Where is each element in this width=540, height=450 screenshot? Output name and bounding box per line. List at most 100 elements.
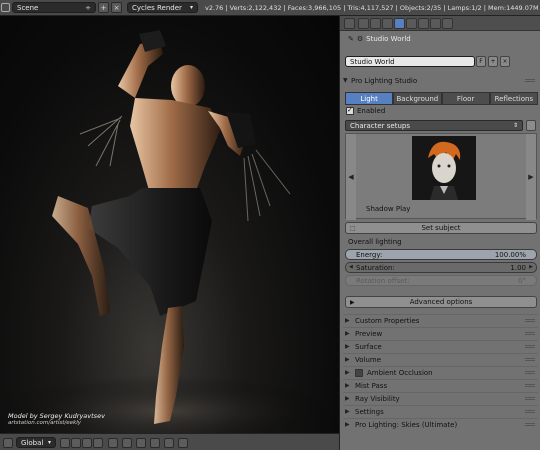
render-preview-icon[interactable]: [164, 438, 174, 448]
layers-tab-icon[interactable]: [370, 18, 381, 29]
panel-settings[interactable]: ▶ Settings: [343, 405, 538, 417]
tab-background[interactable]: Background: [393, 92, 442, 105]
pro-lighting-studio-header[interactable]: ▼ Pro Lighting Studio: [343, 74, 538, 87]
triangle-down-icon: ▼: [343, 77, 348, 84]
viewport-footer: Global ▾: [0, 433, 339, 450]
setup-category-select[interactable]: Character setups ⇕: [345, 120, 523, 131]
set-subject-label: Set subject: [421, 224, 461, 232]
texture-tab-icon[interactable]: [442, 18, 453, 29]
panel-title: Ray Visibility: [355, 394, 400, 403]
pin-icon[interactable]: ✎: [348, 35, 354, 43]
drag-grip-icon[interactable]: [525, 410, 535, 413]
camera-icon[interactable]: [178, 438, 188, 448]
panel-custom-properties[interactable]: ▶ Custom Properties: [343, 314, 538, 326]
world-tab-icon[interactable]: [394, 18, 405, 29]
pro-lighting-tabs: Light Background Floor Reflections: [345, 92, 538, 105]
transform-orientation-label: Global: [21, 438, 44, 447]
3d-viewport[interactable]: Model by Sergey Kudryavtsev artstation.c…: [0, 16, 339, 433]
properties-tabs: [340, 16, 540, 31]
rotation-offset-value: 0°: [518, 276, 526, 285]
drag-grip-icon[interactable]: [525, 397, 535, 400]
tab-floor[interactable]: Floor: [441, 92, 490, 105]
energy-slider[interactable]: Energy: 100.00%: [345, 249, 537, 260]
drag-grip-icon[interactable]: [525, 371, 535, 374]
object-tab-icon[interactable]: [406, 18, 417, 29]
advanced-options-label: Advanced options: [409, 298, 473, 306]
editor-type-icon[interactable]: [344, 18, 355, 29]
scene-icon[interactable]: [1, 3, 10, 12]
drag-grip-icon[interactable]: [525, 423, 535, 426]
set-subject-button[interactable]: ⬚ Set subject: [345, 222, 537, 234]
fake-user-label: F: [479, 58, 483, 65]
world-datablock-field[interactable]: Studio World: [345, 56, 475, 67]
layer-icon[interactable]: [93, 438, 103, 448]
scene-selector[interactable]: Scene ÷: [12, 2, 96, 13]
drag-grip-icon[interactable]: [525, 79, 535, 82]
triangle-right-icon: ▶: [345, 330, 350, 337]
drag-grip-icon[interactable]: [525, 384, 535, 387]
section-title: Pro Lighting Studio: [351, 76, 418, 85]
ambient-occlusion-checkbox[interactable]: [355, 368, 363, 377]
layer-icon[interactable]: [71, 438, 81, 448]
next-preset-button[interactable]: ▶: [526, 134, 536, 220]
previous-preset-button[interactable]: ◀: [346, 134, 356, 220]
snap-icon[interactable]: [122, 438, 132, 448]
render-tab-icon[interactable]: [358, 18, 369, 29]
panel-volume[interactable]: ▶ Volume: [343, 353, 538, 365]
pivot-icon[interactable]: [3, 438, 13, 448]
scene-tab-icon[interactable]: [382, 18, 393, 29]
triangle-right-icon: ▶: [345, 369, 350, 376]
panel-title: Volume: [355, 355, 382, 364]
filter-icon[interactable]: [526, 120, 536, 131]
energy-value: 100.00%: [494, 250, 526, 259]
panel-mist-pass[interactable]: ▶ Mist Pass: [343, 379, 538, 391]
panel-preview[interactable]: ▶ Preview: [343, 327, 538, 339]
remove-scene-button[interactable]: ×: [111, 2, 122, 13]
increment-arrow-icon[interactable]: ▶: [529, 264, 533, 270]
enabled-toggle[interactable]: Enabled: [346, 106, 385, 115]
drag-grip-icon[interactable]: [525, 345, 535, 348]
panel-pro-lighting-skies[interactable]: ▶ Pro Lighting: Skies (Ultimate): [343, 418, 538, 430]
saturation-field[interactable]: ◀ Saturation: 1.00 ▶: [345, 262, 537, 273]
enabled-checkbox[interactable]: [346, 106, 354, 115]
tab-reflections[interactable]: Reflections: [489, 92, 538, 105]
drag-grip-icon[interactable]: [525, 332, 535, 335]
drag-grip-icon[interactable]: [525, 319, 535, 322]
preset-name: Shadow Play: [366, 205, 411, 213]
panel-title: Ambient Occlusion: [367, 368, 433, 377]
advanced-options-button[interactable]: ▶ Advanced options: [345, 296, 537, 308]
triangle-right-icon: ▶: [345, 317, 350, 324]
render-engine-select[interactable]: Cycles Render ▾: [127, 2, 198, 13]
decrement-arrow-icon[interactable]: ◀: [349, 264, 353, 270]
new-world-button[interactable]: +: [488, 56, 498, 67]
saturation-label: Saturation:: [356, 263, 395, 272]
preset-thumbnail[interactable]: [412, 136, 476, 200]
proportional-edit-icon[interactable]: [136, 438, 146, 448]
panel-surface[interactable]: ▶ Surface: [343, 340, 538, 352]
magnet-icon[interactable]: [150, 438, 160, 448]
fake-user-button[interactable]: F: [476, 56, 486, 67]
drag-grip-icon[interactable]: [525, 358, 535, 361]
panel-title: Custom Properties: [355, 316, 420, 325]
chevron-down-icon: ▾: [47, 439, 51, 446]
layer-icon[interactable]: [108, 438, 118, 448]
add-scene-button[interactable]: +: [98, 2, 109, 13]
layer-icon[interactable]: [82, 438, 92, 448]
modifiers-tab-icon[interactable]: [418, 18, 429, 29]
unlink-world-button[interactable]: ×: [500, 56, 510, 67]
panel-ray-visibility[interactable]: ▶ Ray Visibility: [343, 392, 538, 404]
rotation-offset-field[interactable]: Rotation offset: 0°: [345, 275, 537, 286]
transform-orientation-select[interactable]: Global ▾: [16, 437, 56, 448]
tab-light[interactable]: Light: [345, 92, 394, 105]
overall-lighting-label: Overall lighting: [348, 238, 402, 246]
material-tab-icon[interactable]: [430, 18, 441, 29]
subject-icon: ⬚: [350, 224, 356, 232]
panel-title: Settings: [355, 407, 384, 416]
breadcrumb-world: Studio World: [366, 35, 411, 43]
triangle-right-icon: ▶: [345, 395, 350, 402]
layer-icon[interactable]: [60, 438, 70, 448]
artist-url: artstation.com/artist/eekly: [8, 420, 81, 426]
triangle-right-icon: ▶: [345, 421, 350, 428]
setup-preview: ◀ ▶ Shadow Play: [345, 133, 537, 220]
panel-ambient-occlusion[interactable]: ▶ Ambient Occlusion: [343, 366, 538, 378]
